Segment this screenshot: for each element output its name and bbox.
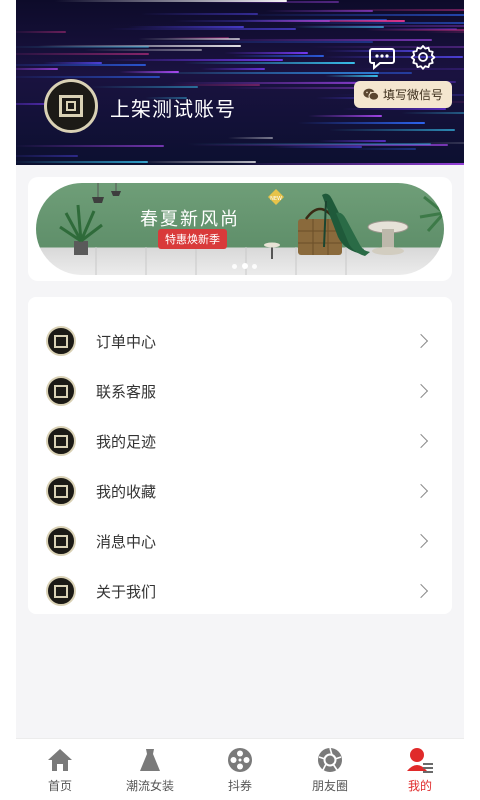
light-streak <box>90 86 199 89</box>
svg-text:NEW: NEW <box>270 196 282 202</box>
light-streak <box>84 48 203 51</box>
light-streak <box>16 64 146 67</box>
light-streak <box>265 10 374 13</box>
light-streak <box>140 13 258 16</box>
menu-logo-icon <box>46 476 76 506</box>
dress-icon <box>140 749 160 771</box>
light-streak <box>107 28 296 31</box>
light-streak <box>425 31 464 34</box>
menu-logo-icon <box>46 376 76 406</box>
light-streak <box>16 160 149 163</box>
banner-subtitle: 特惠焕新季 <box>158 229 227 249</box>
light-streak <box>228 137 274 140</box>
light-streak <box>16 76 160 79</box>
menu-logo-icon <box>46 426 76 456</box>
menu-logo-icon <box>46 326 76 356</box>
menu-item-customer-service[interactable]: 联系客服 <box>28 366 452 416</box>
light-streak <box>182 62 355 65</box>
light-streak <box>308 115 383 118</box>
light-streak <box>139 161 257 164</box>
banner-title: 春夏新风尚 <box>140 209 240 230</box>
menu-item-label: 我的足迹 <box>96 432 157 451</box>
avatar[interactable] <box>44 79 98 133</box>
chat-icon[interactable] <box>368 43 396 71</box>
light-streak <box>232 163 464 165</box>
light-streak <box>298 121 425 124</box>
nav-label: 我的 <box>407 779 432 793</box>
light-streak <box>16 30 67 33</box>
film-reel-icon <box>228 748 252 772</box>
nav-moments[interactable]: 朋友圈 <box>290 739 370 800</box>
chevron-right-icon <box>413 333 429 349</box>
light-streak <box>200 68 265 71</box>
home-icon <box>48 749 72 771</box>
light-streak <box>16 154 79 157</box>
menu-item-label: 订单中心 <box>96 332 157 351</box>
app-screen: 上架测试账号 填写微信号 NEW 春夏新风尚 特惠焕新季 订单中心 联系客服 我… <box>16 0 464 800</box>
menu-item-history[interactable]: 我的足迹 <box>28 416 452 466</box>
wechat-id-label: 填写微信号 <box>382 88 443 102</box>
chevron-right-icon <box>413 533 429 549</box>
light-streak <box>126 26 245 29</box>
nav-fashion[interactable]: 潮流女装 <box>110 739 190 800</box>
banner-card: NEW 春夏新风尚 特惠焕新季 <box>28 177 452 281</box>
menu-item-favorites[interactable]: 我的收藏 <box>28 466 452 516</box>
aperture-icon <box>318 747 342 772</box>
wechat-id-button[interactable]: 填写微信号 <box>354 81 452 108</box>
light-streak <box>16 46 150 49</box>
menu-item-label: 联系客服 <box>96 382 157 401</box>
light-streak <box>343 108 446 111</box>
light-streak <box>138 38 240 41</box>
menu-item-about[interactable]: 关于我们 <box>28 566 452 616</box>
carousel-dot-active[interactable] <box>242 263 248 269</box>
menu-item-label: 我的收藏 <box>96 482 157 501</box>
light-streak <box>324 75 378 78</box>
light-streak <box>187 72 413 75</box>
menu-card: 订单中心 联系客服 我的足迹 我的收藏 消息中心 关于我们 <box>28 297 452 614</box>
menu-logo-icon <box>46 576 76 606</box>
light-streak <box>402 111 464 114</box>
chevron-right-icon <box>413 483 429 499</box>
menu-item-label: 关于我们 <box>96 582 157 601</box>
light-streak <box>328 129 455 132</box>
nav-coupons[interactable]: 抖券 <box>200 739 280 800</box>
wechat-icon <box>363 88 379 101</box>
chevron-right-icon <box>413 433 429 449</box>
bottom-nav: 首页 潮流女装 抖券 朋友圈 我的 <box>16 738 464 800</box>
light-streak <box>16 68 59 71</box>
nav-label: 抖券 <box>227 779 252 793</box>
menu-item-label: 消息中心 <box>96 532 157 551</box>
promo-banner[interactable]: NEW 春夏新风尚 特惠焕新季 <box>36 183 444 275</box>
menu-item-orders[interactable]: 订单中心 <box>28 316 452 366</box>
nav-label: 潮流女装 <box>125 779 174 793</box>
carousel-dot[interactable] <box>252 264 257 269</box>
light-streak <box>282 22 464 25</box>
light-streak <box>101 59 283 62</box>
light-streak <box>233 54 325 57</box>
avatar-logo-icon <box>59 95 83 117</box>
profile-icon <box>407 748 433 773</box>
gear-icon[interactable] <box>409 43 437 71</box>
nav-label: 首页 <box>47 779 72 793</box>
nav-home[interactable]: 首页 <box>20 739 100 800</box>
light-streak <box>243 14 464 17</box>
light-streak <box>224 51 309 54</box>
light-streak <box>16 53 150 56</box>
light-streak <box>187 142 431 145</box>
nav-label: 朋友圈 <box>311 779 348 793</box>
menu-logo-icon <box>46 526 76 556</box>
username[interactable]: 上架测试账号 <box>110 93 236 122</box>
light-streak <box>137 40 374 43</box>
nav-profile[interactable]: 我的 <box>380 739 460 800</box>
menu-item-messages[interactable]: 消息中心 <box>28 516 452 566</box>
light-streak <box>348 147 417 150</box>
profile-header: 上架测试账号 填写微信号 <box>16 0 464 165</box>
banner-illustration: NEW <box>59 183 444 275</box>
chevron-right-icon <box>413 583 429 599</box>
chevron-right-icon <box>413 383 429 399</box>
carousel-dot[interactable] <box>232 264 237 269</box>
light-streak <box>16 145 165 147</box>
